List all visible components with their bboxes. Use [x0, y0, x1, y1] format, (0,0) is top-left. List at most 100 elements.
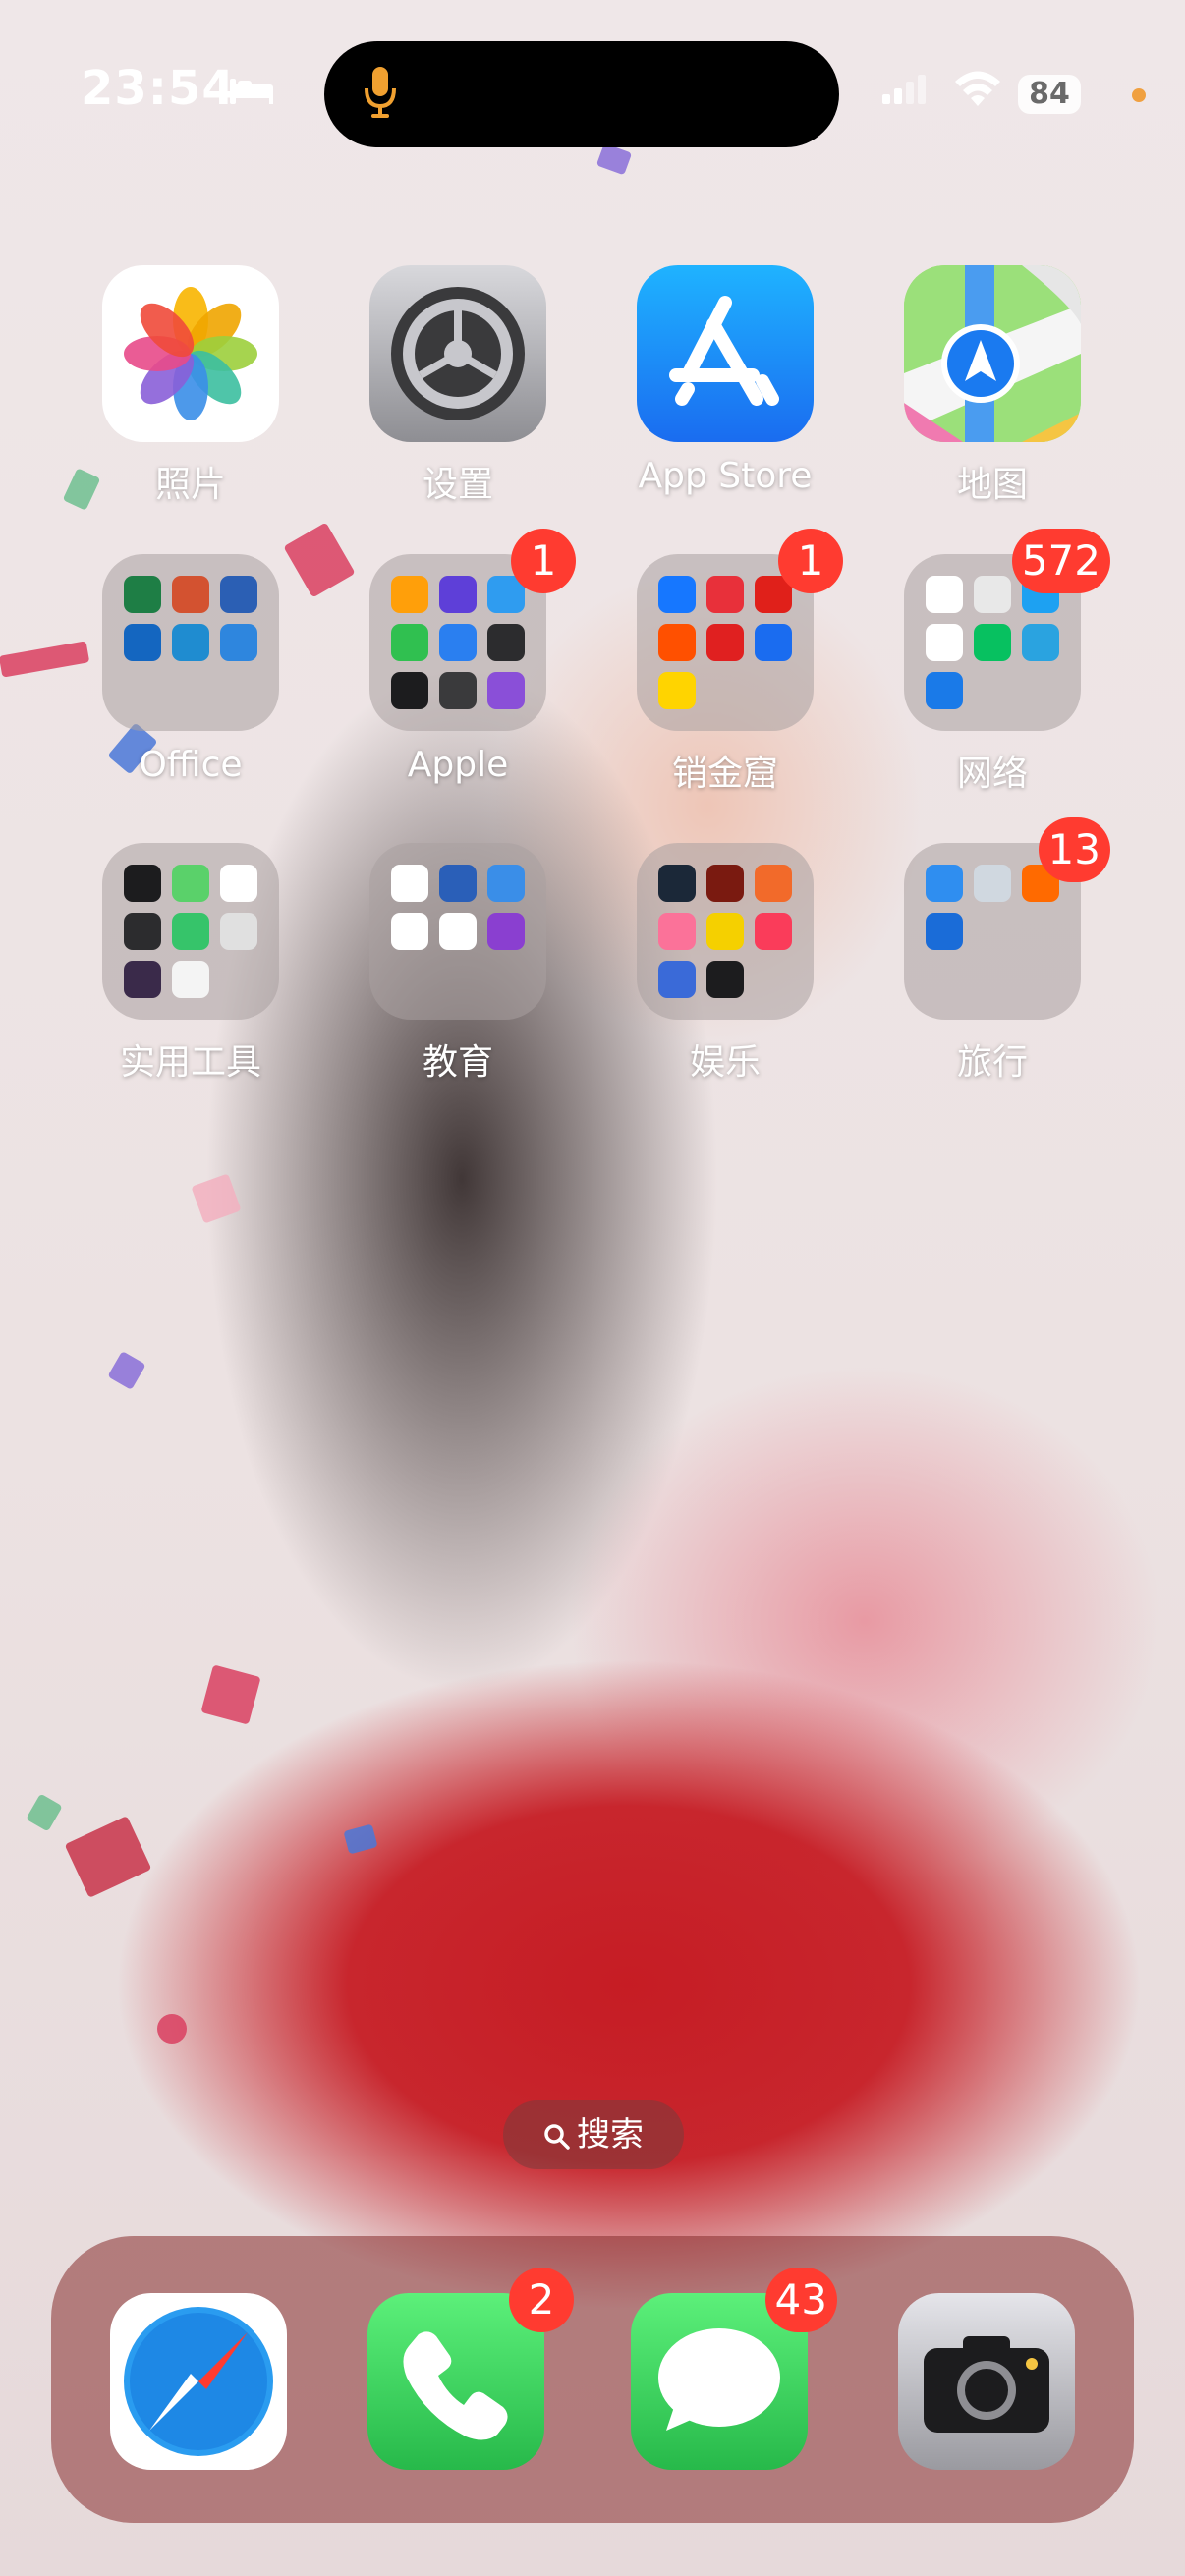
bilibili-icon [658, 913, 696, 950]
folder-label: 销金窟 [671, 754, 778, 794]
photos-icon [102, 265, 279, 442]
outlook-icon [124, 624, 161, 661]
search-label: 搜索 [577, 2115, 644, 2155]
mi-home-icon [172, 913, 209, 950]
excel-icon [124, 576, 161, 613]
folder-icon: 13 [904, 817, 1110, 1020]
dock-app-messages[interactable]: 43 [631, 2268, 837, 2470]
whale-app-icon [439, 913, 477, 950]
folder-icon [102, 554, 279, 731]
dock-app-camera[interactable] [898, 2293, 1075, 2470]
pages-icon [391, 576, 428, 613]
dock-app-phone[interactable]: 2 [367, 2268, 574, 2470]
wechat-icon [974, 624, 1011, 661]
wifi-icon [953, 69, 1002, 112]
taobao-icon [658, 624, 696, 661]
status-time: 23:54 [81, 61, 236, 116]
microphone-icon [364, 65, 397, 124]
notification-badge: 43 [764, 2268, 837, 2332]
teams-icon [172, 624, 209, 661]
shopping-icon [755, 624, 792, 661]
folder-label: 旅行 [956, 1042, 1028, 1083]
epson-icon [172, 961, 209, 998]
clips-icon [439, 624, 477, 661]
search-pill[interactable]: 搜索 [503, 2100, 684, 2169]
notification-badge: 13 [1038, 817, 1110, 882]
steam-icon [658, 865, 696, 902]
treble-clef-icon [755, 913, 792, 950]
folder-label: 网络 [956, 754, 1028, 794]
app-label: App Store [638, 456, 813, 496]
folder-office[interactable]: Office [102, 554, 279, 785]
app-settings[interactable]: 设置 [369, 265, 546, 507]
heart-app-icon [706, 576, 744, 613]
alipay-icon [658, 576, 696, 613]
qq-icon [926, 576, 963, 613]
folder-icon [369, 843, 546, 1020]
app-label: 地图 [956, 465, 1028, 505]
airplane-icon [926, 865, 963, 902]
folder-label: Office [139, 745, 243, 785]
folder-label: 实用工具 [119, 1042, 261, 1083]
search-icon [544, 2123, 570, 2150]
folder-icon: 1 [369, 529, 576, 731]
game-app-icon [706, 865, 744, 902]
camera-icon [898, 2293, 1075, 2470]
dock: 2 43 [51, 2236, 1134, 2523]
anime-app-icon [658, 961, 696, 998]
folder-label: 教育 [422, 1042, 493, 1083]
app-photos[interactable]: 照片 [102, 265, 279, 507]
telecom-icon [926, 672, 963, 709]
measure-icon [439, 672, 477, 709]
folder-icon: 572 [904, 529, 1110, 731]
folder-apple[interactable]: 1 Apple [369, 529, 576, 785]
rings-app-icon [220, 865, 257, 902]
privacy-indicator-dot [1132, 88, 1146, 102]
folder-icon [102, 843, 279, 1020]
sleep-bed-icon [228, 77, 275, 110]
battery-level: 84 [1018, 75, 1081, 114]
folder-network[interactable]: 572 网络 [904, 529, 1110, 796]
gmail-icon [926, 624, 963, 661]
notification-badge: 2 [509, 2268, 574, 2332]
app-maps[interactable]: 地图 [904, 265, 1081, 507]
traffic-12123-icon [926, 913, 963, 950]
library-app-icon [487, 865, 525, 902]
shortcuts-icon [487, 672, 525, 709]
numbers-icon [391, 624, 428, 661]
folder-label: 娱乐 [689, 1042, 761, 1083]
maps-icon [904, 265, 1081, 442]
folder-travel[interactable]: 13 旅行 [904, 817, 1110, 1085]
notification-badge: 1 [778, 529, 843, 593]
cellular-signal-icon [882, 75, 928, 108]
safari-compass-icon [110, 2293, 287, 2470]
video-app-icon [755, 865, 792, 902]
folder-utilities[interactable]: 实用工具 [102, 843, 279, 1085]
settings-gear-icon [369, 265, 546, 442]
folder-icon [637, 843, 814, 1020]
notification-badge: 572 [1011, 529, 1110, 593]
status-bar: 23:54 84 [0, 0, 1185, 187]
folder-education[interactable]: 教育 [369, 843, 546, 1085]
dock-app-safari[interactable] [110, 2293, 287, 2470]
imovie-icon [439, 576, 477, 613]
powerpoint-icon [172, 576, 209, 613]
app-app-store[interactable]: App Store [637, 265, 814, 496]
folder-entertainment[interactable]: 娱乐 [637, 843, 814, 1085]
lips-app-icon [706, 961, 744, 998]
k-app-icon [124, 961, 161, 998]
rocket-app-icon [974, 576, 1011, 613]
notification-badge: 1 [511, 529, 576, 593]
onedrive-icon [220, 624, 257, 661]
folder-label: Apple [407, 745, 509, 785]
study-app-icon [391, 913, 428, 950]
app-store-icon [637, 265, 814, 442]
dynamic-island[interactable] [324, 41, 839, 147]
message-bubble-icon: 43 [631, 2268, 837, 2470]
bulb-app-icon [172, 865, 209, 902]
app-label: 设置 [422, 465, 493, 505]
telegram-icon [1022, 624, 1059, 661]
color-app-icon [124, 865, 161, 902]
star-app-icon [487, 913, 525, 950]
folder-xiaojinku[interactable]: 1 销金窟 [637, 529, 843, 796]
